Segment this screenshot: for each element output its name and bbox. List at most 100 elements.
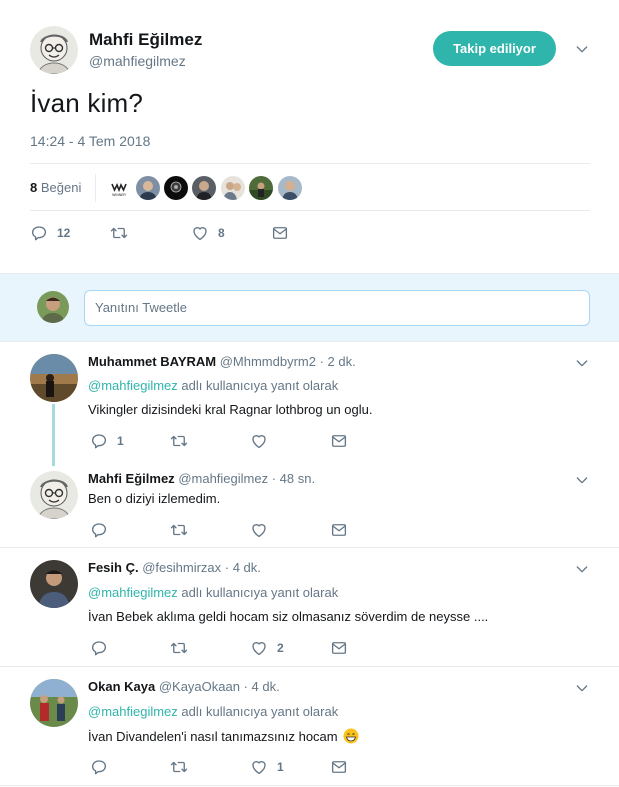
liker-avatar[interactable] xyxy=(249,176,273,200)
author-name[interactable]: Mahfi Eğilmez xyxy=(89,30,202,50)
message-icon xyxy=(330,639,348,657)
retweet-icon xyxy=(170,432,188,450)
reply-button[interactable] xyxy=(90,758,117,776)
reply-count: 1 xyxy=(117,434,124,448)
reply-time[interactable]: · 4 dk. xyxy=(225,560,261,575)
like-button[interactable] xyxy=(250,521,277,539)
chevron-down-icon[interactable] xyxy=(574,355,590,371)
following-button[interactable]: Takip ediliyor xyxy=(433,31,556,66)
reply-author-handle[interactable]: @Mhmmdbyrm2 xyxy=(220,354,316,369)
likes-bar: 8 Beğeni WINNER xyxy=(30,163,590,211)
mention-link[interactable]: @mahfiegilmez xyxy=(88,378,178,393)
retweet-button[interactable] xyxy=(170,432,188,450)
grinning-emoji-icon xyxy=(343,728,359,744)
chevron-down-icon[interactable] xyxy=(574,472,590,488)
avatar[interactable] xyxy=(30,471,78,519)
avatar[interactable] xyxy=(30,26,78,74)
retweet-button[interactable] xyxy=(170,639,188,657)
like-count: 2 xyxy=(277,641,284,655)
reply-button[interactable]: 12 xyxy=(30,224,70,242)
reply-author-handle[interactable]: @KayaOkaan xyxy=(159,679,240,694)
retweet-button[interactable] xyxy=(110,224,128,242)
like-count: 8 xyxy=(218,226,225,240)
likes-count: 8 xyxy=(30,180,38,195)
heart-icon xyxy=(250,432,268,450)
reply-time[interactable]: · 2 dk. xyxy=(320,354,356,369)
message-icon xyxy=(330,432,348,450)
avatar xyxy=(37,291,69,323)
reply-icon xyxy=(30,224,48,242)
heart-icon xyxy=(250,758,268,776)
reply-text: Ben o diziyi izlemedim. xyxy=(88,491,221,506)
mention-link[interactable]: @mahfiegilmez xyxy=(88,704,178,719)
chevron-down-icon[interactable] xyxy=(574,680,590,696)
retweet-icon xyxy=(170,639,188,657)
direct-message-button[interactable] xyxy=(330,639,348,657)
reply-tweet[interactable]: Fesih Ç. @fesihmirzax · 4 dk. @mahfiegil… xyxy=(0,549,619,667)
retweet-icon xyxy=(170,521,188,539)
message-icon xyxy=(330,521,348,539)
likes-label: Beğeni xyxy=(40,180,82,195)
reply-author-name[interactable]: Mahfi Eğilmez xyxy=(88,471,175,486)
reply-button[interactable] xyxy=(90,639,117,657)
replying-to-suffix: adlı kullanıcıya yanıt olarak xyxy=(177,378,339,393)
liker-avatar[interactable] xyxy=(164,176,188,200)
like-button[interactable] xyxy=(250,432,277,450)
reply-icon xyxy=(90,758,108,776)
reply-input[interactable]: Yanıtını Tweetle xyxy=(84,290,590,326)
liker-avatar[interactable] xyxy=(192,176,216,200)
likes-stat[interactable]: 8 Beğeni xyxy=(30,180,81,195)
reply-composer: Yanıtını Tweetle xyxy=(0,273,619,342)
reply-time[interactable]: · 4 dk. xyxy=(244,679,280,694)
like-button[interactable]: 8 xyxy=(191,224,225,242)
retweet-button[interactable] xyxy=(170,521,188,539)
reply-tweet[interactable]: Okan Kaya @KayaOkaan · 4 dk. @mahfiegilm… xyxy=(0,668,619,786)
reply-author-name[interactable]: Muhammet BAYRAM xyxy=(88,354,216,369)
reply-tweet[interactable]: Mahfi Eğilmez @mahfiegilmez · 48 sn. Ben… xyxy=(0,466,619,548)
like-button[interactable]: 2 xyxy=(250,639,284,657)
liker-avatar[interactable] xyxy=(221,176,245,200)
reply-author-name[interactable]: Okan Kaya xyxy=(88,679,155,694)
direct-message-button[interactable] xyxy=(330,758,348,776)
retweet-icon xyxy=(110,224,128,242)
heart-icon xyxy=(250,521,268,539)
replying-to: @mahfiegilmez adlı kullanıcıya yanıt ola… xyxy=(88,585,338,600)
reply-header: Mahfi Eğilmez @mahfiegilmez · 48 sn. xyxy=(88,471,315,486)
message-icon xyxy=(271,224,289,242)
reply-author-name[interactable]: Fesih Ç. xyxy=(88,560,139,575)
replying-to: @mahfiegilmez adlı kullanıcıya yanıt ola… xyxy=(88,378,338,393)
reply-count: 12 xyxy=(57,226,71,240)
avatar[interactable] xyxy=(30,560,78,608)
reply-author-handle[interactable]: @mahfiegilmez xyxy=(178,471,268,486)
reply-text: İvan Bebek aklıma geldi hocam siz olmasa… xyxy=(88,609,489,624)
replying-to-suffix: adlı kullanıcıya yanıt olarak xyxy=(177,704,339,719)
liker-avatar[interactable] xyxy=(136,176,160,200)
message-icon xyxy=(330,758,348,776)
reply-button[interactable] xyxy=(90,521,117,539)
retweet-icon xyxy=(170,758,188,776)
main-tweet: Mahfi Eğilmez @mahfiegilmez Takip ediliy… xyxy=(0,0,619,272)
liker-avatar[interactable]: WINNER xyxy=(107,176,131,200)
author-handle[interactable]: @mahfiegilmez xyxy=(89,53,186,69)
direct-message-button[interactable] xyxy=(330,432,348,450)
reply-tweet[interactable]: Muhammet BAYRAM @Mhmmdbyrm2 · 2 dk. @mah… xyxy=(0,343,619,466)
avatar[interactable] xyxy=(30,354,78,402)
direct-message-button[interactable] xyxy=(271,224,289,242)
retweet-button[interactable] xyxy=(170,758,188,776)
reply-button[interactable]: 1 xyxy=(90,432,124,450)
chevron-down-icon[interactable] xyxy=(574,41,590,57)
reply-time[interactable]: · 48 sn. xyxy=(272,471,315,486)
chevron-down-icon[interactable] xyxy=(574,561,590,577)
liker-avatar[interactable] xyxy=(278,176,302,200)
mention-link[interactable]: @mahfiegilmez xyxy=(88,585,178,600)
reply-author-handle[interactable]: @fesihmirzax xyxy=(142,560,221,575)
reply-text-row: İvan Divandelen'i nasıl tanımazsınız hoc… xyxy=(88,728,359,744)
thread-line xyxy=(52,404,55,466)
direct-message-button[interactable] xyxy=(330,521,348,539)
like-button[interactable]: 1 xyxy=(250,758,284,776)
tweet-timestamp[interactable]: 14:24 - 4 Tem 2018 xyxy=(30,133,150,149)
tweet-text: İvan kim? xyxy=(30,88,144,118)
avatar[interactable] xyxy=(30,679,78,727)
heart-icon xyxy=(191,224,209,242)
divider xyxy=(95,174,96,202)
